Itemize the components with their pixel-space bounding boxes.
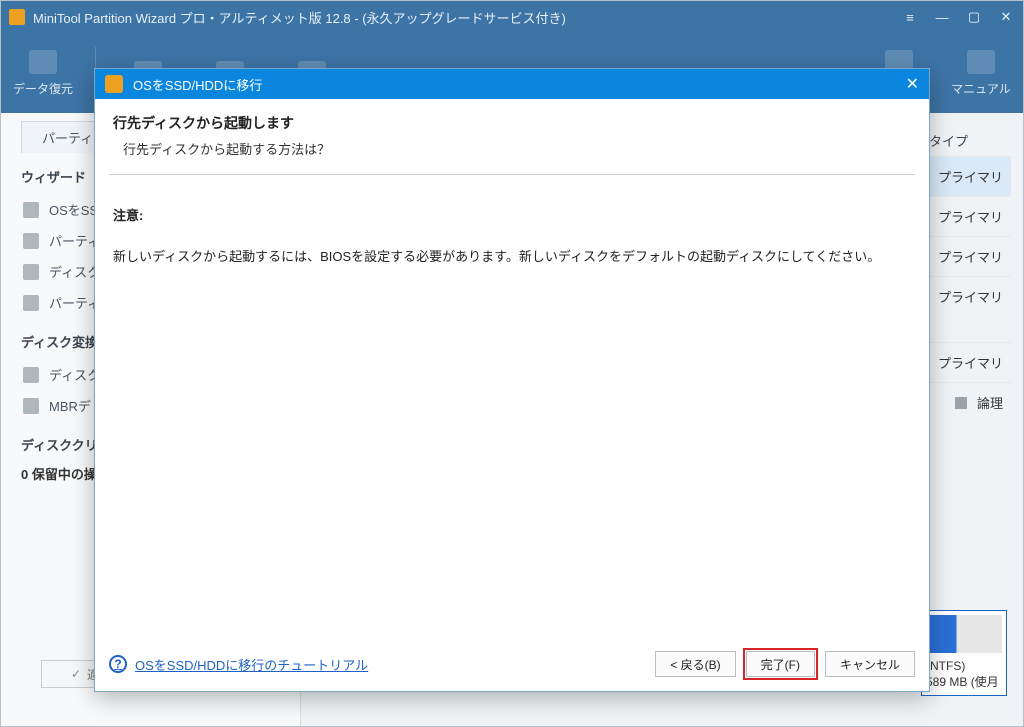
manual-icon [967, 50, 995, 74]
cancel-button[interactable]: キャンセル [825, 651, 915, 677]
partition-icon [23, 295, 39, 311]
toolbar-item-manual[interactable]: マニュアル [945, 44, 1017, 103]
app-title: MiniTool Partition Wizard プロ・アルティメット版 12… [33, 8, 901, 27]
note-text: 新しいディスクから起動するには、BIOSを設定する必要があります。新しいディスク… [113, 246, 911, 265]
recover-icon [29, 50, 57, 74]
mbr-icon [23, 398, 39, 414]
dialog-footer: ? OSをSSD/HDDに移行のチュートリアル < 戻る(B) 完了(F) キャ… [95, 641, 929, 691]
toolbar-item-recover[interactable]: データ復元 [7, 44, 79, 103]
partition-mini[interactable]: (NTFS) 589 MB (使月 [921, 610, 1007, 696]
dialog-head: 行先ディスクから起動します 行先ディスクから起動する方法は？ [95, 99, 929, 170]
check-icon: ✓ [71, 667, 81, 681]
dialog-titlebar: OSをSSD/HDDに移行 ✕ [95, 69, 929, 99]
disk-icon [23, 264, 39, 280]
dialog-subheading: 行先ディスクから起動する方法は？ [113, 139, 911, 158]
finish-button[interactable]: 完了(F) [746, 651, 815, 677]
dialog-icon [105, 75, 123, 93]
dialog-close-button[interactable]: ✕ [906, 74, 919, 94]
dialog-title: OSをSSD/HDDに移行 [133, 75, 906, 94]
note-heading: 注意: [113, 205, 911, 224]
close-button[interactable]: ✕ [997, 8, 1015, 26]
menu-icon[interactable]: ≡ [901, 8, 919, 26]
partition-usage-bar [926, 615, 1002, 653]
back-button[interactable]: < 戻る(B) [655, 651, 735, 677]
info-icon: ? [109, 655, 127, 673]
tutorial-link[interactable]: ? OSをSSD/HDDに移行のチュートリアル [109, 655, 368, 674]
column-header-type: タイプ [921, 125, 1011, 156]
migrate-icon [23, 202, 39, 218]
minimize-button[interactable]: — [933, 8, 951, 26]
partition-fs: (NTFS) [926, 659, 1002, 673]
dialog-body: 注意: 新しいディスクから起動するには、BIOSを設定する必要があります。新しい… [95, 175, 929, 641]
partition-size: 589 MB (使月 [926, 673, 1002, 690]
app-icon [9, 9, 25, 25]
maximize-button[interactable]: ▢ [965, 8, 983, 26]
window-controls: ≡ — ▢ ✕ [901, 8, 1015, 26]
titlebar: MiniTool Partition Wizard プロ・アルティメット版 12… [1, 1, 1023, 33]
migrate-dialog: OSをSSD/HDDに移行 ✕ 行先ディスクから起動します 行先ディスクから起動… [94, 68, 930, 692]
partition-icon [23, 233, 39, 249]
disk-icon [23, 367, 39, 383]
type-icon [955, 397, 967, 409]
dialog-heading: 行先ディスクから起動します [113, 113, 911, 133]
